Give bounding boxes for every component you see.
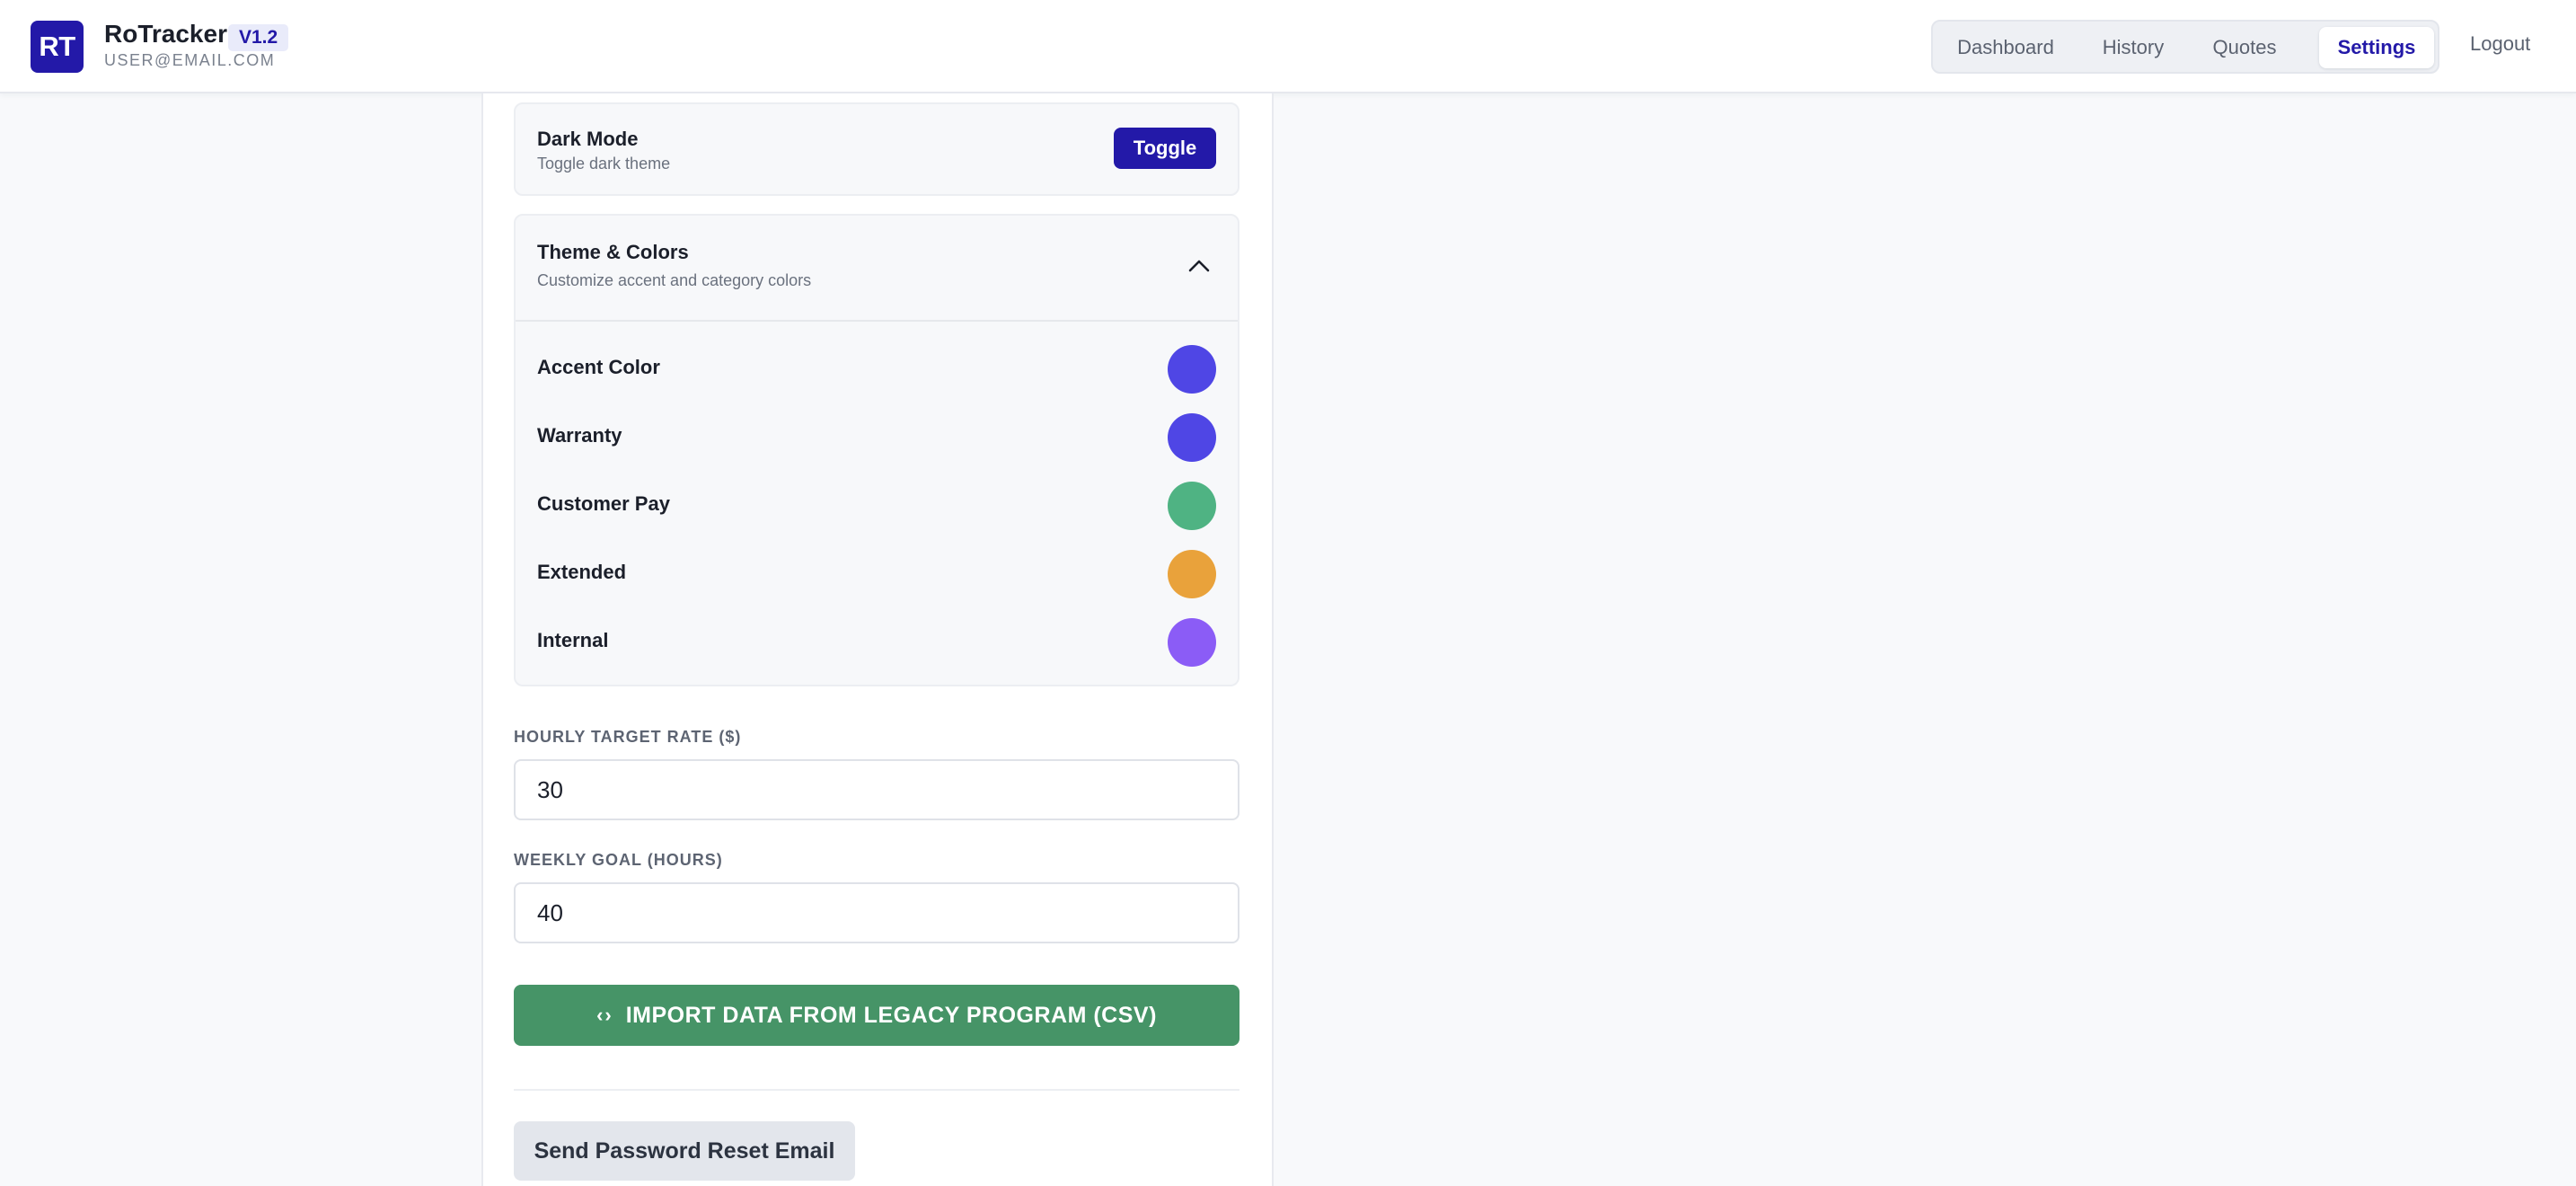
- app-logo[interactable]: RT: [31, 21, 84, 73]
- color-row-label: Warranty: [537, 424, 622, 447]
- theme-colors-subtitle: Customize accent and category colors: [537, 271, 812, 289]
- logout-link[interactable]: Logout: [2470, 32, 2530, 56]
- theme-colors-card: Theme & Colors Customize accent and cate…: [514, 214, 1239, 686]
- version-badge: V1.2: [228, 24, 289, 51]
- send-password-reset-button[interactable]: Send Password Reset Email: [514, 1121, 855, 1181]
- code-arrows-icon: ‹›: [596, 1004, 613, 1026]
- color-row-label: Accent Color: [537, 356, 660, 378]
- dark-mode-card: Dark Mode Toggle dark theme Toggle: [514, 102, 1239, 196]
- color-row-label: Extended: [537, 561, 627, 583]
- chevron-up-icon[interactable]: [1187, 257, 1211, 275]
- hourly-rate-label: HOURLY TARGET RATE ($): [514, 728, 742, 746]
- internal-color-swatch[interactable]: [1168, 618, 1216, 667]
- nav-history[interactable]: History: [2084, 27, 2183, 68]
- theme-colors-divider: [516, 320, 1238, 322]
- main-nav: Dashboard History Quotes Settings: [1931, 20, 2439, 74]
- weekly-goal-label: WEEKLY GOAL (HOURS): [514, 851, 723, 869]
- weekly-goal-input[interactable]: [514, 882, 1239, 943]
- dark-mode-title: Dark Mode: [537, 128, 639, 150]
- theme-colors-header[interactable]: Theme & Colors Customize accent and cate…: [516, 216, 1238, 320]
- color-row-label: Internal: [537, 629, 609, 651]
- customer-pay-color-swatch[interactable]: [1168, 482, 1216, 530]
- hourly-rate-input[interactable]: [514, 759, 1239, 820]
- color-row-label: Customer Pay: [537, 492, 670, 515]
- accent-color-swatch[interactable]: [1168, 345, 1216, 394]
- section-divider: [514, 1089, 1239, 1091]
- theme-colors-title: Theme & Colors: [537, 241, 689, 263]
- nav-quotes[interactable]: Quotes: [2195, 27, 2294, 68]
- dark-mode-subtitle: Toggle dark theme: [537, 155, 671, 173]
- app-name: RoTracker: [104, 20, 227, 48]
- top-header: RT RoTracker V1.2 USER@EMAIL.COM Dashboa…: [0, 0, 2576, 93]
- nav-settings[interactable]: Settings: [2319, 27, 2434, 68]
- user-email: USER@EMAIL.COM: [104, 51, 276, 69]
- extended-color-swatch[interactable]: [1168, 550, 1216, 598]
- nav-dashboard[interactable]: Dashboard: [1940, 27, 2071, 68]
- import-legacy-csv-button[interactable]: ‹› IMPORT DATA FROM LEGACY PROGRAM (CSV): [514, 985, 1239, 1046]
- warranty-color-swatch[interactable]: [1168, 413, 1216, 462]
- import-button-label: IMPORT DATA FROM LEGACY PROGRAM (CSV): [625, 1002, 1157, 1028]
- dark-mode-toggle-button[interactable]: Toggle: [1114, 128, 1216, 169]
